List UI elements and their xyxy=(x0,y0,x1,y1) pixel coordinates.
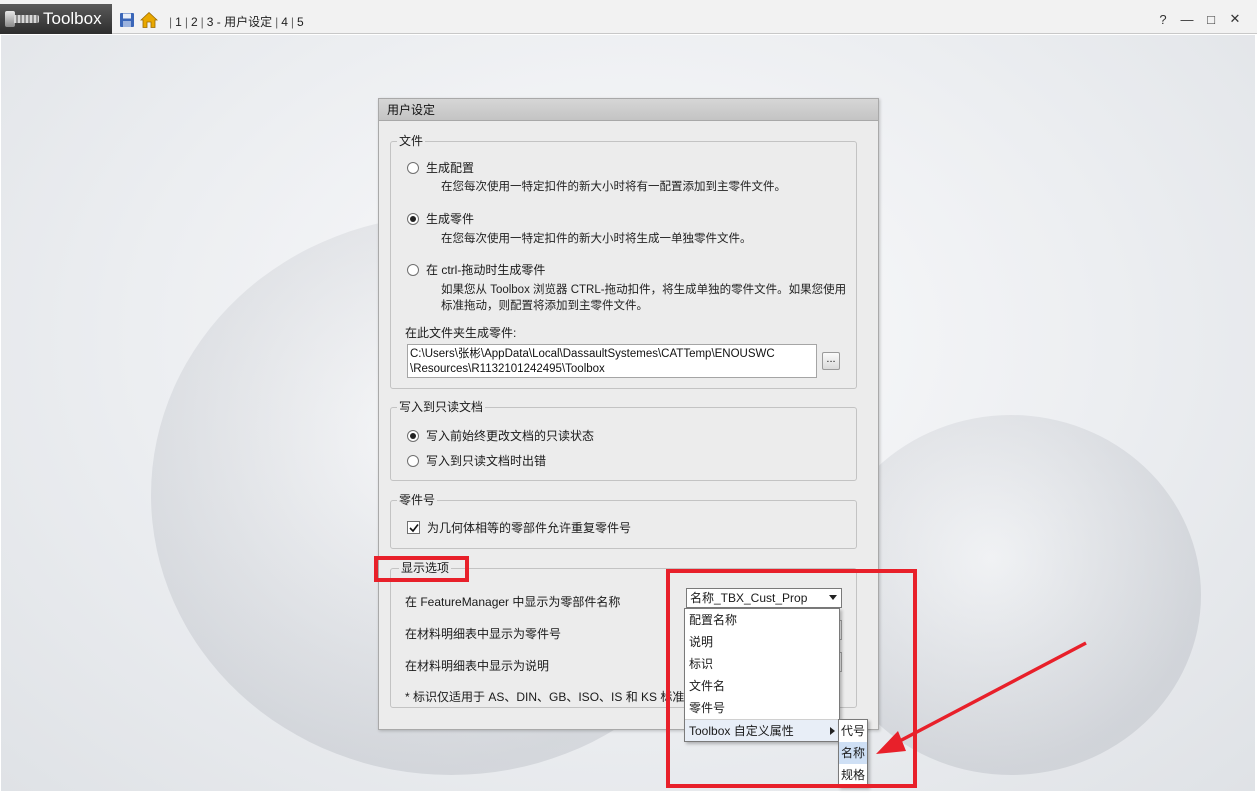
breadcrumb-step-1[interactable]: 1 xyxy=(175,15,182,29)
radio-label: 在 ctrl-拖动时生成零件 xyxy=(426,263,546,277)
title-bar: Toolbox | 1 | 2 | 3 - 用户设定 | 4 | 5 ? — □ xyxy=(0,0,1257,34)
radio-generate-part[interactable]: 生成零件 xyxy=(407,210,474,227)
radio-label: 写入前始终更改文档的只读状态 xyxy=(426,429,595,443)
radio-label: 生成配置 xyxy=(426,161,475,175)
radio-button[interactable] xyxy=(407,212,419,225)
files-group-legend: 文件 xyxy=(397,134,426,149)
radio-ctrl-drag-part[interactable]: 在 ctrl-拖动时生成零件 xyxy=(407,261,545,278)
radio-generate-config[interactable]: 生成配置 xyxy=(407,159,474,176)
option-description: 在您每次使用一特定扣件的新大小时将生成一单独零件文件。 xyxy=(441,233,752,245)
radio-label: 生成零件 xyxy=(426,212,475,226)
standards-footnote: * 标识仅适用于 AS、DIN、GB、ISO、IS 和 KS 标准。 xyxy=(405,690,697,704)
radio-label: 写入到只读文档时出错 xyxy=(426,454,547,468)
option-description: 在您每次使用一特定扣件的新大小时将有一配置添加到主零件文件。 xyxy=(441,181,786,193)
annotation-box-dropdown xyxy=(666,569,917,788)
radio-error-readonly[interactable]: 写入到只读文档时出错 xyxy=(407,452,546,469)
folder-path-line2: \Resources\R1132101242495\Toolbox xyxy=(410,363,605,375)
restore-icon[interactable]: □ xyxy=(1203,11,1219,27)
folder-path-field[interactable]: C:\Users\张彬\AppData\Local\DassaultSystem… xyxy=(407,344,817,378)
readonly-group: 写入到只读文档 写入前始终更改文档的只读状态 写入到只读文档时出错 xyxy=(390,400,857,481)
featuremanager-name-label: 在 FeatureManager 中显示为零部件名称 xyxy=(405,595,621,609)
logo-text: Toolbox xyxy=(43,9,102,28)
checkmark-icon xyxy=(408,523,419,532)
bom-description-label: 在材料明细表中显示为说明 xyxy=(405,659,550,673)
breadcrumb-step-2[interactable]: 2 xyxy=(191,15,198,29)
panel-title: 用户设定 xyxy=(379,99,878,121)
part-number-group: 零件号 为几何体相等的零部件允许重复零件号 xyxy=(390,493,857,549)
window-controls: ? — □ ✕ xyxy=(1155,11,1243,27)
breadcrumb-step-4[interactable]: 4 xyxy=(281,15,288,29)
toolbox-logo[interactable]: Toolbox xyxy=(0,4,112,34)
checkbox[interactable] xyxy=(407,521,420,534)
bom-part-number-label: 在材料明细表中显示为零件号 xyxy=(405,627,562,641)
home-icon[interactable] xyxy=(140,11,158,29)
option-description: 如果您从 Toolbox 浏览器 CTRL-拖动扣件，将生成单独的零件文件。如果… xyxy=(441,284,847,312)
help-icon[interactable]: ? xyxy=(1155,11,1171,27)
files-group: 文件 生成配置 在您每次使用一特定扣件的新大小时将有一配置添加到主零件文件。 生… xyxy=(390,134,857,389)
breadcrumb-step-3[interactable]: 3 - 用户设定 xyxy=(207,13,272,30)
radio-button[interactable] xyxy=(407,429,419,442)
breadcrumb-step-5[interactable]: 5 xyxy=(297,15,304,29)
radio-button[interactable] xyxy=(407,263,419,276)
annotation-box-display-options xyxy=(374,556,469,582)
folder-label: 在此文件夹生成零件: xyxy=(405,326,517,340)
readonly-group-legend: 写入到只读文档 xyxy=(397,400,486,415)
duplicate-part-number-checkbox-row[interactable]: 为几何体相等的零部件允许重复零件号 xyxy=(407,519,631,536)
radio-button[interactable] xyxy=(407,454,419,467)
radio-button[interactable] xyxy=(407,161,419,174)
toolbar xyxy=(118,10,158,30)
part-number-group-legend: 零件号 xyxy=(397,493,438,508)
browse-folder-button[interactable]: ... xyxy=(822,352,840,370)
save-icon[interactable] xyxy=(118,11,136,29)
breadcrumb: | 1 | 2 | 3 - 用户设定 | 4 | 5 xyxy=(169,13,304,30)
close-icon[interactable]: ✕ xyxy=(1227,11,1243,27)
minimize-icon[interactable]: — xyxy=(1179,11,1195,27)
checkbox-label: 为几何体相等的零部件允许重复零件号 xyxy=(427,521,632,535)
bolt-icon xyxy=(5,10,39,28)
folder-path-line1: C:\Users\张彬\AppData\Local\DassaultSystem… xyxy=(410,348,775,360)
radio-change-readonly[interactable]: 写入前始终更改文档的只读状态 xyxy=(407,427,594,444)
